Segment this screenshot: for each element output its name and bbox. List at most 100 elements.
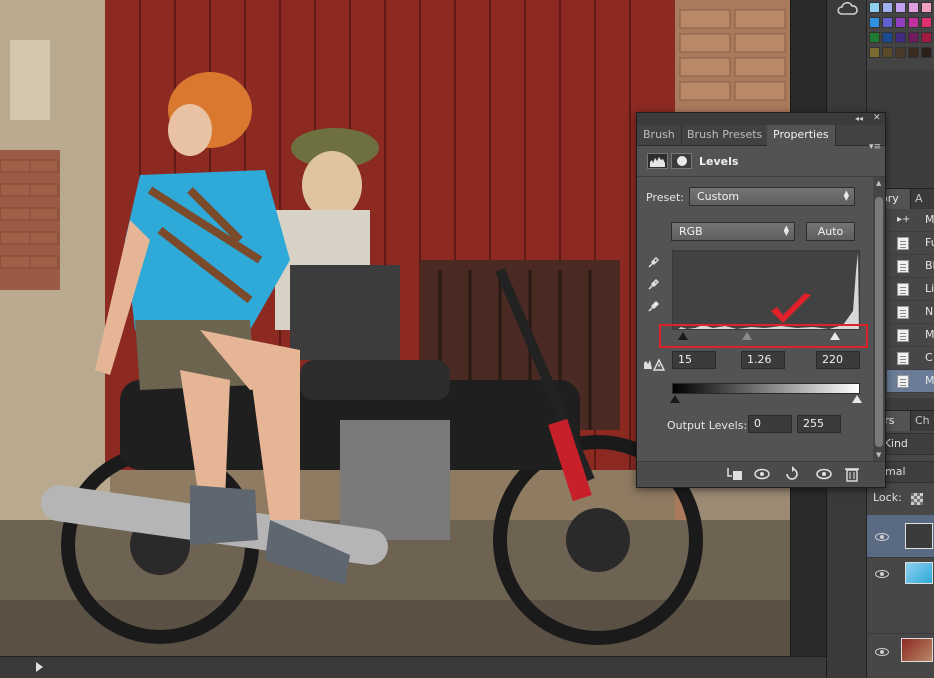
layer-row-levels[interactable] xyxy=(867,515,934,557)
input-gamma-field[interactable]: 1.26 xyxy=(741,351,785,369)
scroll-up-icon[interactable]: ▲ xyxy=(876,179,881,187)
photo-layer-thumb-icon xyxy=(905,562,933,584)
swatch[interactable] xyxy=(895,2,906,13)
checkmark-icon xyxy=(771,293,811,323)
clipping-warning-icon[interactable] xyxy=(643,357,665,371)
history-state[interactable]: Fu xyxy=(887,232,934,255)
levels-adjustment-icon[interactable] xyxy=(647,153,668,169)
output-levels-slider[interactable] xyxy=(670,395,862,405)
eyedropper-gray-icon[interactable] xyxy=(647,277,661,291)
scroll-down-icon[interactable]: ▼ xyxy=(876,451,881,459)
input-white-field[interactable]: 220 xyxy=(816,351,860,369)
layer-row-background[interactable] xyxy=(867,633,934,678)
swatch[interactable] xyxy=(908,2,919,13)
swatch[interactable] xyxy=(921,17,932,28)
history-doc-icon xyxy=(897,352,909,365)
history-state[interactable]: C xyxy=(887,347,934,370)
swatch[interactable] xyxy=(921,2,932,13)
history-state-label: Bl xyxy=(925,259,934,272)
history-state-label: Li xyxy=(925,282,934,295)
levels-layer-thumb-icon xyxy=(905,523,933,549)
output-black-handle[interactable] xyxy=(670,395,680,403)
adjustment-title: Levels xyxy=(699,155,739,168)
channel-value: RGB xyxy=(679,225,703,238)
swatch[interactable] xyxy=(921,47,932,58)
output-max-field[interactable]: 255 xyxy=(797,415,841,433)
scrollbar-thumb[interactable] xyxy=(875,197,883,447)
history-state[interactable]: M xyxy=(887,324,934,347)
swatch[interactable] xyxy=(869,17,880,28)
history-state[interactable]: ▸+ M xyxy=(887,209,934,232)
properties-panel: ◂◂ ✕ Brush Brush Presets Properties ▾≡ L… xyxy=(636,112,886,488)
canvas-status-bar xyxy=(0,656,826,678)
swatches-panel xyxy=(867,0,934,70)
levels-histogram xyxy=(672,250,860,330)
output-min-field[interactable]: 0 xyxy=(748,415,792,433)
swatch[interactable] xyxy=(882,17,893,28)
swatch[interactable] xyxy=(869,2,880,13)
history-state-label: C xyxy=(925,351,933,364)
history-state-label: M xyxy=(925,328,934,341)
updown-arrow-icon: ▲ ▼ xyxy=(783,224,789,237)
input-black-field[interactable]: 15 xyxy=(672,351,716,369)
layer-mask-icon[interactable] xyxy=(671,153,692,169)
auto-button[interactable]: Auto xyxy=(806,222,855,241)
swatch[interactable] xyxy=(908,17,919,28)
tab-brush[interactable]: Brush xyxy=(637,125,682,146)
eyedropper-white-icon[interactable] xyxy=(647,299,661,313)
swatch[interactable] xyxy=(908,32,919,43)
lock-transparency-icon[interactable] xyxy=(911,493,923,505)
swatch[interactable] xyxy=(869,47,880,58)
output-white-handle[interactable] xyxy=(852,395,862,403)
swatch[interactable] xyxy=(882,2,893,13)
visibility-icon[interactable] xyxy=(815,466,833,482)
swatch[interactable] xyxy=(921,32,932,43)
view-previous-icon[interactable] xyxy=(753,466,771,482)
panel-titlebar[interactable]: ◂◂ ✕ xyxy=(637,113,885,125)
swatch[interactable] xyxy=(882,32,893,43)
swatch[interactable] xyxy=(908,47,919,58)
visibility-eye-icon[interactable] xyxy=(875,648,889,656)
history-doc-icon xyxy=(897,283,909,296)
tab-actions[interactable]: A xyxy=(911,189,934,209)
channel-select[interactable]: RGB ▲ ▼ xyxy=(671,222,795,241)
swatch[interactable] xyxy=(895,32,906,43)
close-panel-icon[interactable]: ✕ xyxy=(873,113,881,123)
history-state-label: M xyxy=(925,213,934,226)
history-doc-icon xyxy=(897,306,909,319)
lock-label: Lock: xyxy=(873,491,902,504)
visibility-eye-icon[interactable] xyxy=(875,533,889,541)
history-state[interactable]: Bl xyxy=(887,255,934,278)
history-state[interactable]: N xyxy=(887,301,934,324)
history-doc-icon xyxy=(897,329,909,342)
updown-arrow-icon: ▲ ▼ xyxy=(843,189,849,202)
background-layer-thumb-icon xyxy=(901,638,933,662)
creative-cloud-icon[interactable] xyxy=(836,0,860,18)
swatch[interactable] xyxy=(869,32,880,43)
reset-icon[interactable] xyxy=(783,466,801,482)
swatch[interactable] xyxy=(882,47,893,58)
visibility-eye-icon[interactable] xyxy=(875,570,889,578)
history-state-label: Fu xyxy=(925,236,934,249)
history-state-label: N xyxy=(925,305,934,318)
filter-kind-label: Kind xyxy=(883,437,908,450)
tab-brush-presets[interactable]: Brush Presets xyxy=(681,125,770,146)
layer-row-photo[interactable] xyxy=(867,557,934,633)
tab-properties[interactable]: Properties xyxy=(767,125,836,146)
history-doc-icon xyxy=(897,375,909,388)
trash-icon[interactable] xyxy=(843,466,861,482)
eyedropper-black-icon[interactable] xyxy=(647,255,661,269)
properties-header: Levels xyxy=(637,147,885,177)
collapse-panel-icon[interactable]: ◂◂ xyxy=(855,114,863,123)
swatch[interactable] xyxy=(895,17,906,28)
preset-label: Preset: xyxy=(646,191,685,204)
swatch[interactable] xyxy=(895,47,906,58)
preset-select[interactable]: Custom ▲ ▼ xyxy=(689,187,855,206)
annotation-highlight-box xyxy=(659,324,868,348)
history-state[interactable]: Li xyxy=(887,278,934,301)
clip-to-layer-icon[interactable] xyxy=(725,466,743,482)
status-expand-arrow-icon[interactable] xyxy=(36,662,43,672)
tab-channels[interactable]: Ch xyxy=(911,411,934,431)
history-state-selected[interactable]: M xyxy=(887,370,934,393)
panel-scrollbar[interactable]: ▲ ▼ xyxy=(873,177,885,461)
